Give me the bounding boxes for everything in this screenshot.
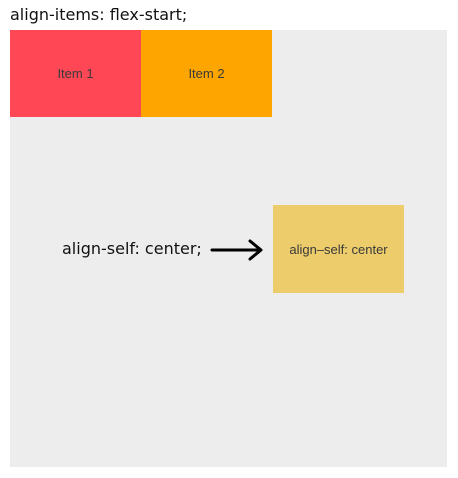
right-arrow-icon xyxy=(210,239,263,261)
flex-item-1: Item 1 xyxy=(10,30,141,117)
flex-item-align-self-center: align–self: center xyxy=(273,205,404,293)
flex-container: Item 1 Item 2 align–self: center align-s… xyxy=(10,30,447,467)
align-self-annotation: align-self: center; xyxy=(62,239,202,258)
page-title: align-items: flex-start; xyxy=(10,5,188,24)
flex-item-2: Item 2 xyxy=(141,30,272,117)
